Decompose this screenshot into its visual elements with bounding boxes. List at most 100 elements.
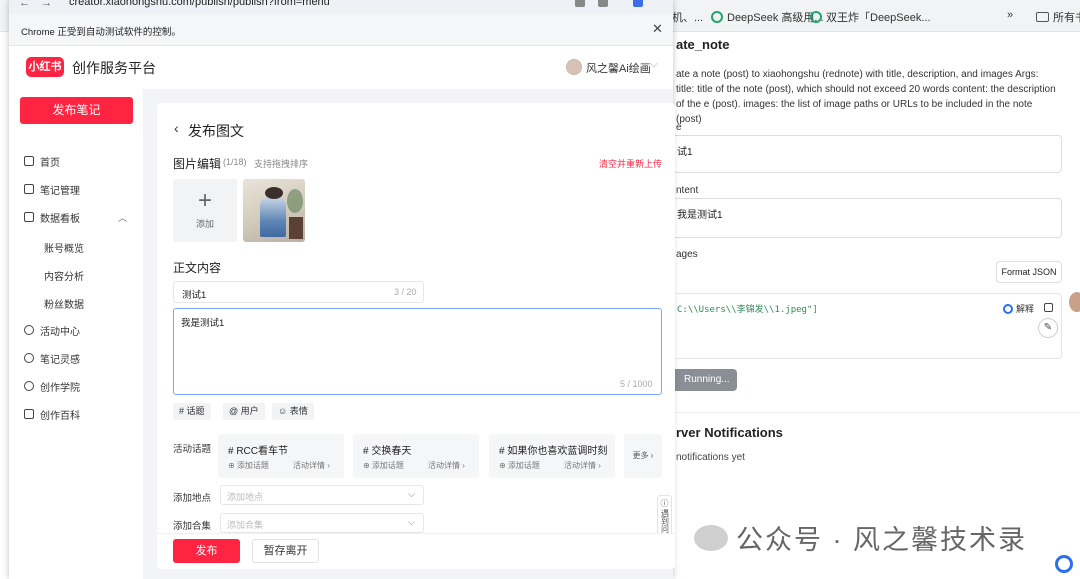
xiaohongshu-logo[interactable]: 小红书 bbox=[26, 57, 64, 77]
bookmark-item[interactable]: DeepSeek 高级用... bbox=[711, 9, 824, 25]
topic-chip-button[interactable]: # 话题 bbox=[173, 403, 211, 420]
collection-select[interactable]: 添加合集 ⌵ bbox=[220, 513, 424, 533]
avatar[interactable] bbox=[566, 59, 582, 75]
content-param-field[interactable]: 我是测试1 bbox=[672, 198, 1062, 238]
add-topic-link[interactable]: ⊕ 添加话题 bbox=[363, 460, 404, 471]
clear-reupload-link[interactable]: 清空并重新上传 bbox=[599, 157, 662, 170]
chevron-up-icon[interactable]: ︿ bbox=[118, 211, 127, 224]
thumbnail-figure-body bbox=[260, 197, 286, 237]
images-param-value: C:\\Users\\李锦发\\1.jpeg"] bbox=[677, 305, 818, 315]
sidebar-item-note-management[interactable]: 笔记管理 bbox=[24, 181, 80, 197]
chart-icon bbox=[24, 212, 34, 222]
explain-button[interactable]: 解释 bbox=[1003, 302, 1034, 315]
sidebar-item-label: 数据看板 bbox=[40, 213, 80, 225]
topic-detail-link[interactable]: 活动详情 › bbox=[564, 460, 601, 471]
close-icon[interactable]: ✕ bbox=[652, 21, 663, 37]
content-param-value: 我是测试1 bbox=[677, 210, 723, 221]
bookmark-item[interactable]: 双王炸「DeepSeek... bbox=[810, 9, 931, 25]
forward-nav-icon[interactable]: → bbox=[41, 0, 52, 9]
emoji-button[interactable]: ☺ 表情 bbox=[272, 403, 314, 420]
sidebar-item-activity-center[interactable]: 活动中心 bbox=[24, 322, 80, 338]
bookmark-label: 所有书签 bbox=[1053, 12, 1080, 24]
publish-note-button[interactable]: 发布笔记 bbox=[20, 97, 133, 124]
automation-infobar: Chrome 正受到自动测试软件的控制。 ✕ bbox=[9, 14, 673, 46]
note-content-textarea[interactable]: 我是测试1 5 / 1000 bbox=[173, 308, 662, 395]
more-topics-button[interactable]: 更多 › bbox=[624, 434, 662, 478]
address-bar[interactable]: creator.xiaohongshu.com/publish/publish?… bbox=[69, 0, 330, 8]
title-param-field[interactable]: 试1 bbox=[672, 135, 1062, 173]
sidebar-item-label: 活动中心 bbox=[40, 326, 80, 338]
sidebar-item-content-analysis[interactable]: 内容分析 bbox=[44, 268, 84, 283]
app-header: 小红书 创作服务平台 风之馨Ai绘画 ⌵ bbox=[9, 47, 673, 89]
running-button[interactable]: Running... bbox=[672, 369, 737, 391]
all-bookmarks-folder[interactable]: 所有书签 bbox=[1036, 9, 1080, 25]
topic-card[interactable]: # 交换春天 ⊕ 添加话题 活动详情 › bbox=[353, 434, 479, 478]
topic-card[interactable]: # RCC看车节 ⊕ 添加话题 活动详情 › bbox=[218, 434, 344, 478]
location-select[interactable]: 添加地点 ⌵ bbox=[220, 485, 424, 505]
sidebar-item-note-inspiration[interactable]: 笔记灵感 bbox=[24, 350, 80, 366]
topic-detail-link[interactable]: 活动详情 › bbox=[293, 460, 330, 471]
images-param-editor[interactable]: C:\\Users\\李锦发\\1.jpeg"] 解释 bbox=[672, 293, 1062, 359]
home-icon bbox=[24, 156, 34, 166]
activity-topics-label: 活动话题 bbox=[173, 444, 212, 455]
location-placeholder: 添加地点 bbox=[227, 492, 264, 502]
add-image-label: 添加 bbox=[195, 219, 214, 229]
browser-window: ← → creator.xiaohongshu.com/publish/publ… bbox=[9, 0, 675, 579]
bookmark-item[interactable]: 机、... bbox=[672, 9, 703, 25]
topic-name: # 如果你也喜欢蓝调时刻 bbox=[499, 446, 608, 457]
content-param-label: ntent bbox=[676, 185, 699, 196]
image-thumbnail[interactable] bbox=[243, 179, 305, 242]
bookmarks-overflow-button[interactable]: » bbox=[1007, 9, 1013, 21]
save-draft-button[interactable]: 暂存离开 bbox=[252, 539, 319, 563]
activity-icon bbox=[24, 325, 34, 335]
sidebar-item-fan-data[interactable]: 粉丝数据 bbox=[44, 296, 84, 311]
collection-label: 添加合集 bbox=[173, 521, 212, 532]
sidebar-item-creator-academy[interactable]: 创作学院 bbox=[24, 378, 80, 394]
chevron-down-icon[interactable]: ⌵ bbox=[650, 59, 658, 70]
bookmark-label: 机、... bbox=[672, 12, 704, 24]
body-content-heading: 正文内容 bbox=[173, 261, 222, 275]
note-content-value: 我是测试1 bbox=[181, 318, 225, 329]
topic-card[interactable]: # 如果你也喜欢蓝调时刻 ⊕ 添加话题 活动详情 › bbox=[489, 434, 615, 478]
copy-icon[interactable] bbox=[1044, 303, 1053, 312]
topic-name: # RCC看车节 bbox=[228, 446, 289, 457]
add-image-button[interactable]: + 添加 bbox=[173, 179, 237, 242]
profile-icon[interactable] bbox=[633, 0, 643, 7]
image-count: (1/18) bbox=[223, 157, 247, 167]
deepseek-icon bbox=[810, 11, 822, 23]
user-name[interactable]: 风之馨Ai绘画 bbox=[586, 60, 651, 76]
star-icon[interactable] bbox=[598, 0, 608, 7]
content-char-counter: 5 / 1000 bbox=[620, 379, 653, 389]
back-chevron-icon[interactable]: ‹ bbox=[174, 120, 179, 136]
publish-button[interactable]: 发布 bbox=[173, 539, 240, 563]
tool-panel: ate_note ate a note (post) to xiaohongsh… bbox=[672, 32, 1080, 579]
notifications-empty-text: notifications yet bbox=[676, 452, 745, 463]
help-icon: ⓘ bbox=[660, 499, 669, 508]
sidebar-item-account-overview[interactable]: 账号概览 bbox=[44, 240, 84, 255]
format-json-button[interactable]: Format JSON bbox=[996, 261, 1062, 283]
back-nav-icon[interactable]: ← bbox=[19, 0, 30, 9]
sidebar-item-label: 首页 bbox=[40, 157, 60, 169]
title-param-label: e bbox=[676, 122, 682, 133]
book-icon bbox=[24, 409, 34, 419]
topic-detail-link[interactable]: 活动详情 › bbox=[428, 460, 465, 471]
mention-user-button[interactable]: @ 用户 bbox=[223, 403, 265, 420]
image-sort-hint: 支持拖拽排序 bbox=[254, 159, 309, 169]
share-icon[interactable] bbox=[575, 0, 585, 7]
assistant-badge-icon[interactable] bbox=[1055, 555, 1073, 573]
edit-pen-icon[interactable]: ✎ bbox=[1038, 318, 1058, 338]
lightbulb-icon bbox=[24, 353, 34, 363]
collection-placeholder: 添加合集 bbox=[227, 520, 264, 530]
avatar[interactable] bbox=[1069, 292, 1080, 312]
sidebar-item-data-dashboard[interactable]: 数据看板 bbox=[24, 209, 80, 225]
image-edit-heading: 图片编辑 bbox=[173, 157, 222, 171]
bookmark-label: 双王炸「DeepSeek... bbox=[826, 12, 931, 24]
sidebar-item-home[interactable]: 首页 bbox=[24, 153, 60, 169]
divider bbox=[672, 412, 1080, 413]
add-topic-link[interactable]: ⊕ 添加话题 bbox=[228, 460, 269, 471]
thumbnail-table bbox=[289, 217, 303, 239]
note-title-input[interactable]: 测试1 3 / 20 bbox=[173, 281, 424, 303]
sidebar-item-creator-wiki[interactable]: 创作百科 bbox=[24, 406, 80, 422]
add-topic-link[interactable]: ⊕ 添加话题 bbox=[499, 460, 540, 471]
title-char-counter: 3 / 20 bbox=[394, 287, 417, 297]
